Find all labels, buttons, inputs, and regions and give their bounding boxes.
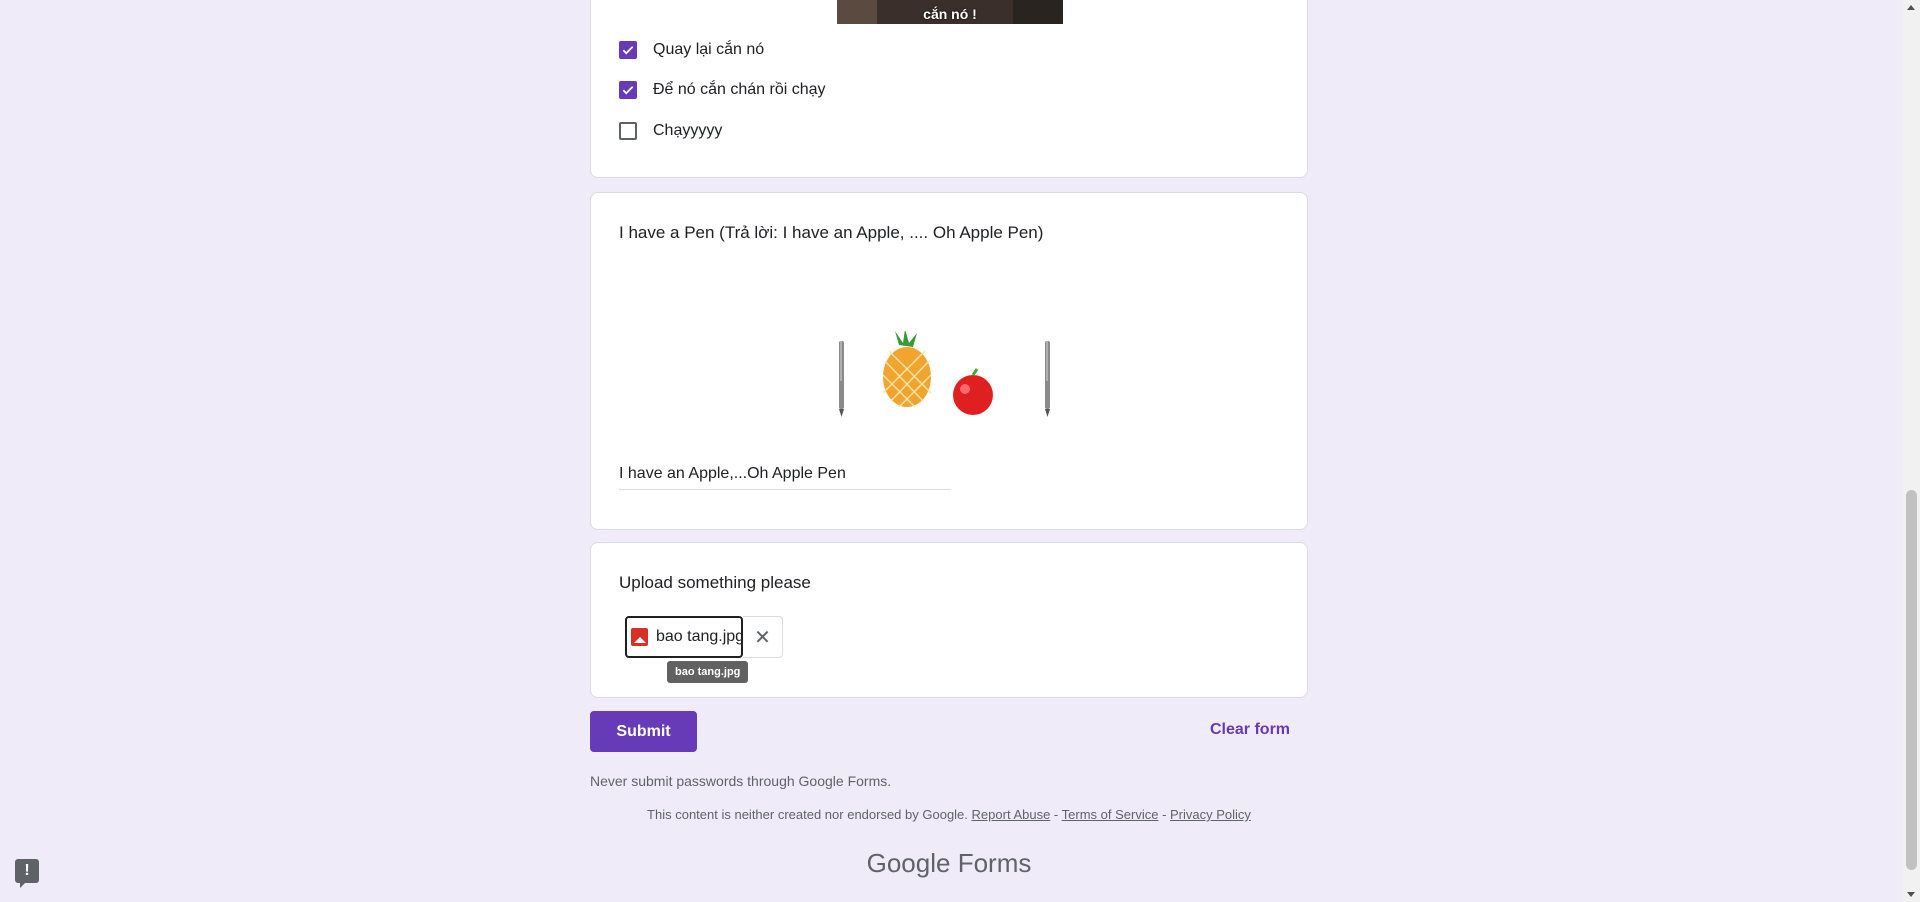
file-name: bao tang.jpg bbox=[656, 628, 741, 645]
option-chay[interactable]: Chạyyyyy bbox=[619, 119, 722, 143]
uploaded-file[interactable]: bao tang.jpg bbox=[625, 616, 743, 658]
brand-google: Google bbox=[866, 848, 951, 878]
question-title: I have a Pen (Trả lời: I have an Apple, … bbox=[619, 223, 1044, 242]
meme-caption: cắn nó ! bbox=[923, 6, 977, 22]
brand-forms: Forms bbox=[957, 848, 1032, 878]
scroll-up-arrow-icon[interactable] bbox=[1907, 5, 1915, 10]
option-label: Chạyyyyy bbox=[653, 122, 723, 139]
option-quay-lai[interactable]: Quay lại cắn nó bbox=[619, 38, 764, 62]
question-card-pen: I have a Pen (Trả lời: I have an Apple, … bbox=[590, 192, 1308, 530]
remove-file-button[interactable]: ✕ bbox=[743, 616, 783, 658]
google-forms-logo: Google Forms bbox=[590, 848, 1308, 879]
option-label: Quay lại cắn nó bbox=[653, 41, 765, 58]
report-abuse-link[interactable]: Report Abuse bbox=[972, 807, 1051, 822]
question-title: Upload something please bbox=[619, 573, 811, 592]
page-scrollbar[interactable] bbox=[1903, 0, 1920, 902]
separator: - bbox=[1050, 807, 1062, 822]
pen-pineapple-apple-pen-image bbox=[839, 331, 1050, 417]
meme-image: cắn nó ! bbox=[837, 0, 1063, 24]
question-card-upload: Upload something please bao tang.jpg ✕ b… bbox=[590, 542, 1308, 698]
scroll-down-arrow-icon[interactable] bbox=[1907, 892, 1915, 897]
terms-link[interactable]: Terms of Service bbox=[1062, 807, 1159, 822]
option-de-no-can[interactable]: Để nó cắn chán rồi chạy bbox=[619, 78, 826, 102]
privacy-link[interactable]: Privacy Policy bbox=[1170, 807, 1251, 822]
question-card-choices: cắn nó ! Quay lại cắn nó Để nó cắn chán … bbox=[590, 0, 1308, 178]
short-answer-input[interactable]: I have an Apple,...Oh Apple Pen bbox=[619, 465, 951, 490]
password-warning: Never submit passwords through Google Fo… bbox=[590, 773, 892, 789]
option-label: Để nó cắn chán rồi chạy bbox=[653, 81, 826, 98]
submit-button[interactable]: Submit bbox=[590, 711, 697, 752]
footer-disclaimer: This content is neither created nor endo… bbox=[590, 807, 1308, 822]
scroll-thumb[interactable] bbox=[1906, 490, 1917, 870]
close-icon: ✕ bbox=[754, 626, 771, 649]
report-problem-icon[interactable]: ! bbox=[15, 859, 39, 888]
uploaded-file-chip: bao tang.jpg ✕ bbox=[625, 616, 783, 658]
image-file-icon bbox=[631, 628, 648, 646]
checkbox-checked-icon[interactable] bbox=[619, 41, 637, 59]
separator: - bbox=[1158, 807, 1171, 822]
checkbox-unchecked-icon[interactable] bbox=[619, 122, 637, 140]
file-tooltip: bao tang.jpg bbox=[667, 661, 749, 683]
checkbox-checked-icon[interactable] bbox=[619, 81, 637, 99]
clear-form-button[interactable]: Clear form bbox=[1210, 721, 1290, 739]
disclaimer-text: This content is neither created nor endo… bbox=[647, 807, 968, 822]
